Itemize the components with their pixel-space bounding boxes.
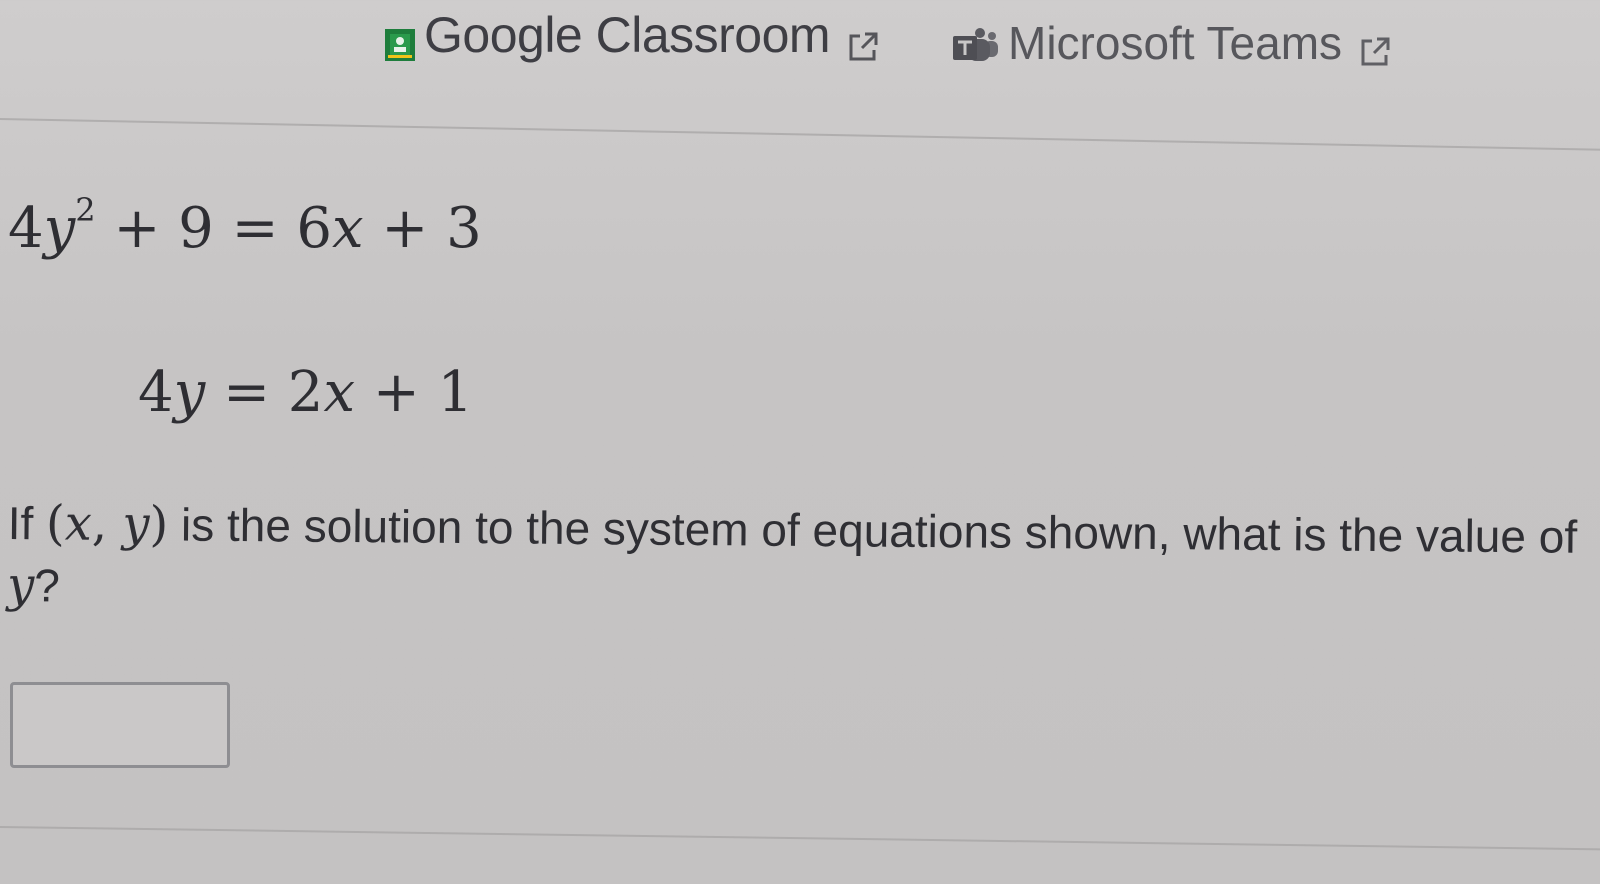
header-divider <box>0 118 1600 151</box>
eq2-coefficient: 4 <box>138 360 174 425</box>
equation-1: 4y2 + 9 = 6x + 3 <box>8 194 482 261</box>
eq1-exponent: 2 <box>75 191 96 229</box>
question-suffix: ? <box>34 559 61 612</box>
question-x: x <box>64 495 93 552</box>
equation-2: 4y = 2x + 1 <box>138 360 473 425</box>
question-body: is the solution to the system of equatio… <box>168 498 1578 563</box>
eq1-variable-y: y <box>43 196 76 261</box>
eq1-middle: + 9 = 6 <box>95 196 332 261</box>
eq2-variable-x: x <box>323 360 356 425</box>
eq2-middle: = 2 <box>205 360 324 425</box>
eq1-coefficient: 4 <box>8 196 44 261</box>
google-classroom-share-link[interactable]: Google Classroom <box>384 6 880 64</box>
question-prefix: If <box>7 496 47 550</box>
question-text: If (x, y) is the solution to the system … <box>7 492 1588 630</box>
answer-input[interactable] <box>10 682 230 768</box>
eq2-right: + 1 <box>355 360 474 425</box>
question-comma: , <box>91 495 123 552</box>
footer-divider <box>0 826 1600 851</box>
question-close-paren: ) <box>149 496 169 553</box>
external-link-icon <box>846 18 880 61</box>
question-y: y <box>122 496 150 553</box>
question-open-paren: ( <box>45 495 66 552</box>
share-bar: Google Classroom Microsoft Teams <box>0 0 1600 110</box>
microsoft-teams-icon <box>950 23 1002 63</box>
external-link-icon <box>1358 26 1392 66</box>
google-classroom-label: Google Classroom <box>424 7 831 63</box>
eq1-right: + 3 <box>363 196 482 261</box>
question-y-end: y <box>6 556 35 614</box>
microsoft-teams-label: Microsoft Teams <box>1008 17 1343 69</box>
eq1-variable-x: x <box>331 196 364 261</box>
google-classroom-icon <box>384 17 416 61</box>
microsoft-teams-share-link[interactable]: Microsoft Teams <box>950 16 1392 70</box>
eq2-variable-y: y <box>173 360 206 425</box>
